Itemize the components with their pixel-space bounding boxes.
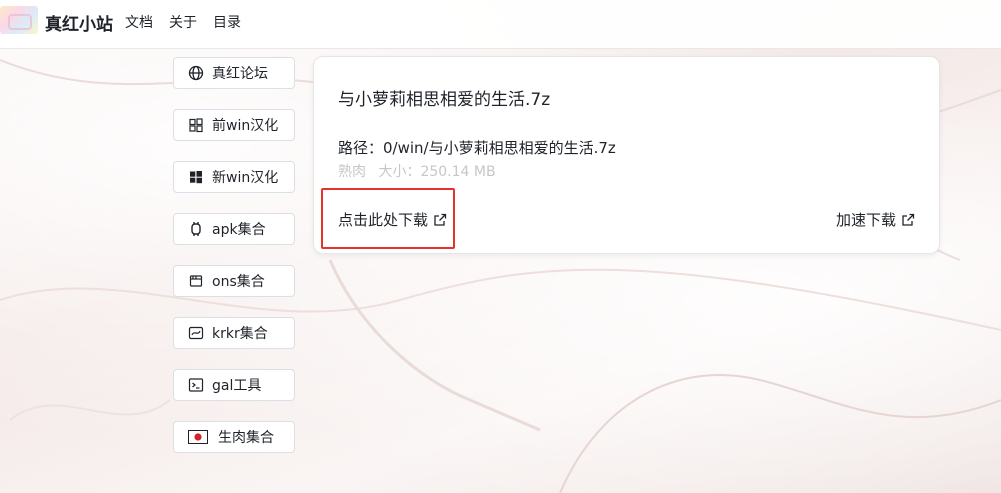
sidebar-item-gal-tools[interactable]: gal工具 — [173, 369, 295, 401]
android-icon — [188, 221, 204, 237]
top-header: 真红小站 文档 关于 目录 — [0, 0, 1001, 49]
windows-outline-icon — [188, 117, 204, 133]
sidebar-item-label: gal工具 — [212, 378, 262, 394]
ons-icon — [188, 273, 204, 289]
sidebar-item-raw[interactable]: 生肉集合 — [173, 421, 295, 453]
sidebar-item-apk[interactable]: apk集合 — [173, 213, 295, 245]
fast-download-link[interactable]: 加速下载 — [836, 209, 915, 230]
krkr-icon — [188, 325, 204, 341]
sidebar-item-forum[interactable]: 真红论坛 — [173, 57, 295, 89]
globe-icon — [188, 65, 204, 81]
sidebar-item-label: 新win汉化 — [212, 170, 279, 186]
nav-docs[interactable]: 文档 — [125, 12, 153, 32]
terminal-icon — [188, 377, 204, 393]
windows-icon — [188, 169, 204, 185]
file-path: 路径：0/win/与小萝莉相思相爱的生活.7z — [338, 139, 616, 157]
nav-directory[interactable]: 目录 — [213, 12, 241, 32]
sidebar-item-label: 前win汉化 — [212, 118, 279, 134]
site-title[interactable]: 真红小站 — [45, 10, 113, 35]
file-meta: 熟肉 大小：250.14 MB — [338, 161, 496, 181]
sidebar-item-label: apk集合 — [212, 222, 266, 238]
site-logo[interactable] — [0, 6, 38, 34]
sidebar-item-krkr[interactable]: krkr集合 — [173, 317, 295, 349]
sidebar-item-label: 真红论坛 — [212, 66, 268, 82]
file-tag: 熟肉 — [338, 164, 366, 180]
sidebar-item-label: ons集合 — [212, 274, 265, 290]
fast-download-label: 加速下载 — [835, 211, 896, 229]
sidebar-item-old-win[interactable]: 前win汉化 — [173, 109, 295, 141]
sidebar-item-label: 生肉集合 — [218, 430, 274, 446]
nav-about[interactable]: 关于 — [169, 12, 197, 32]
file-title: 与小萝莉相思相爱的生活.7z — [338, 90, 551, 110]
japan-flag-icon — [188, 429, 208, 445]
external-link-icon — [901, 213, 915, 227]
sidebar-item-new-win[interactable]: 新win汉化 — [173, 161, 295, 193]
file-size: 大小：250.14 MB — [378, 164, 496, 180]
highlight-box — [321, 188, 455, 249]
sidebar-item-ons[interactable]: ons集合 — [173, 265, 295, 297]
sidebar-item-label: krkr集合 — [212, 326, 268, 342]
